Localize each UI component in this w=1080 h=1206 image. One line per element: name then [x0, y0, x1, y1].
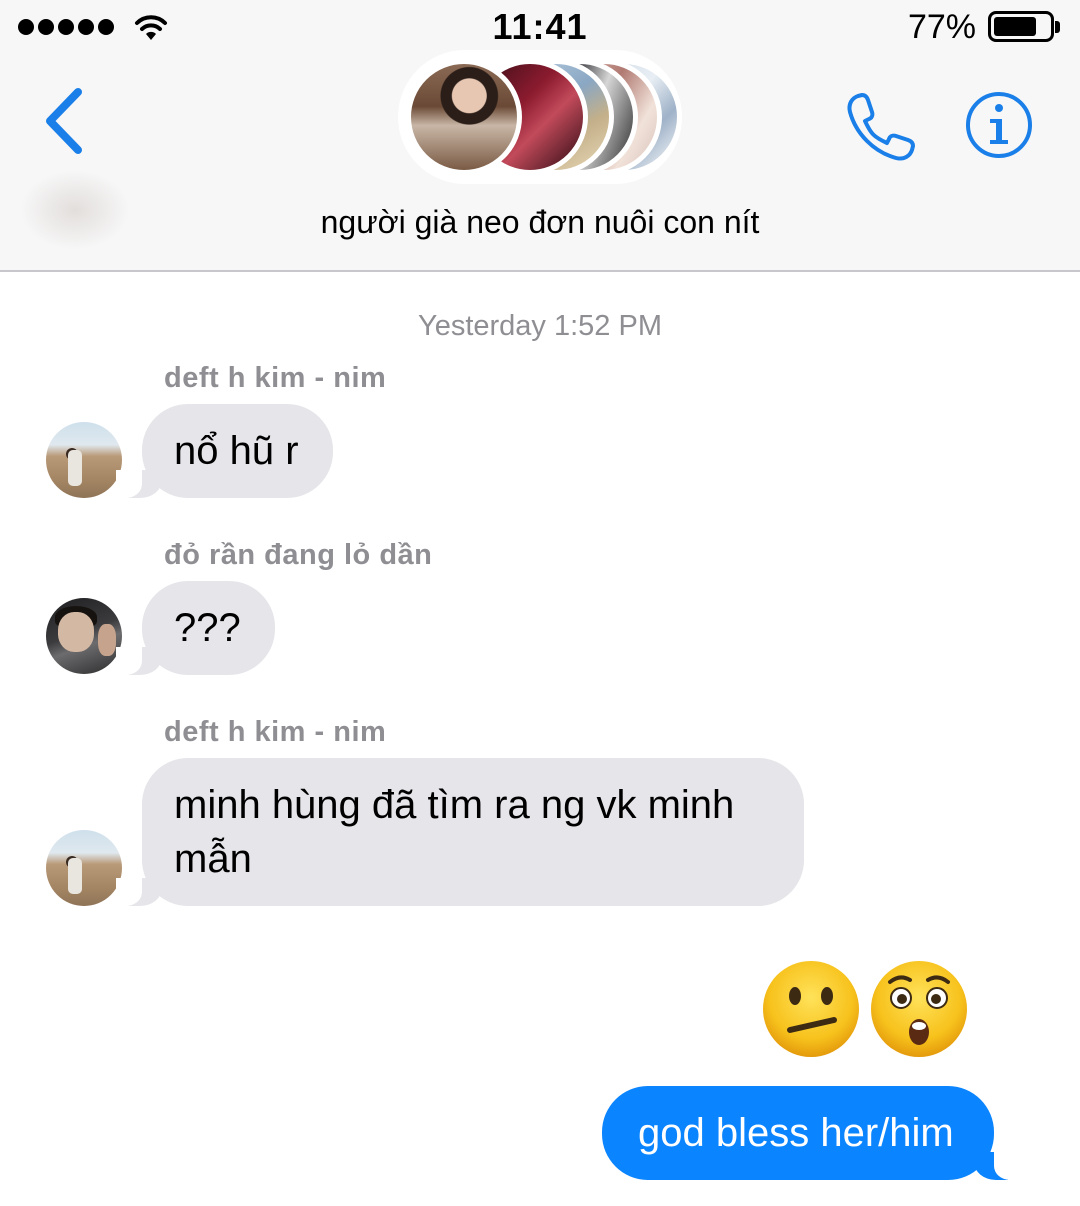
chevron-left-icon[interactable]: [40, 86, 90, 156]
sender-name: đỏ rần đang lỏ dần: [164, 539, 433, 571]
message-text: ???: [174, 606, 241, 650]
confused-face-icon[interactable]: [760, 958, 862, 1060]
sender-name: deft h kim - nim: [164, 362, 387, 394]
battery-level-fill: [994, 17, 1036, 36]
info-icon[interactable]: [964, 90, 1034, 160]
sender-avatar[interactable]: [46, 830, 122, 906]
sender-avatar[interactable]: [46, 598, 122, 674]
conversation-header: 11:41 77% người già neo đơn nuôi con nít: [0, 0, 1080, 272]
message-text: minh hùng đã tìm ra ng vk minh mẫn: [174, 783, 735, 881]
group-avatar-stack[interactable]: [398, 50, 682, 184]
member-avatar: [406, 59, 522, 175]
battery-tip: [1055, 21, 1060, 33]
message-bubble-incoming[interactable]: ???: [116, 581, 275, 675]
message-bubble-incoming[interactable]: minh hùng đã tìm ra ng vk minh mẫn: [116, 758, 804, 906]
phone-icon[interactable]: [844, 90, 918, 164]
status-bar: 11:41 77%: [0, 0, 1080, 56]
message-text: nổ hũ r: [174, 429, 299, 473]
message-timestamp: Yesterday 1:52 PM: [418, 310, 662, 342]
group-title[interactable]: người già neo đơn nuôi con nít: [0, 204, 1080, 241]
battery-percent: 77%: [907, 8, 976, 46]
hushed-face-icon[interactable]: [868, 958, 970, 1060]
sender-name: deft h kim - nim: [164, 716, 387, 748]
message-bubble-incoming[interactable]: nổ hũ r: [116, 404, 333, 498]
message-text: god bless her/him: [638, 1111, 954, 1155]
battery-icon: [988, 11, 1054, 42]
message-bubble-outgoing[interactable]: god bless her/him: [602, 1086, 1020, 1180]
sender-avatar[interactable]: [46, 422, 122, 498]
